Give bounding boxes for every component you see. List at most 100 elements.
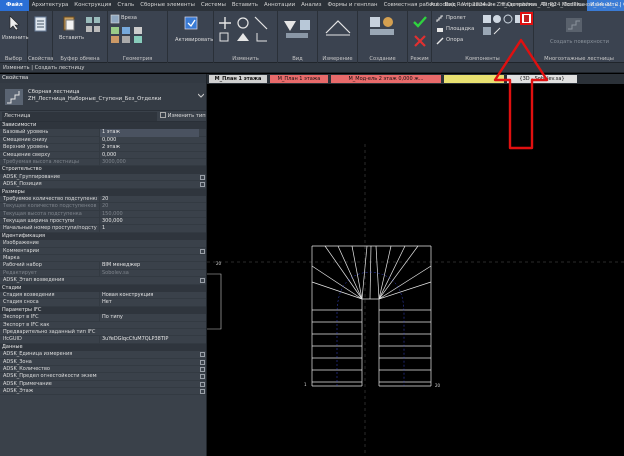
- property-checkbox[interactable]: [200, 366, 205, 372]
- property-group-header[interactable]: Данные: [0, 343, 206, 352]
- property-value[interactable]: 1 этаж: [99, 129, 199, 137]
- property-row: Марка: [0, 255, 206, 263]
- type-selector[interactable]: Сборная лестница ZH_Лестница_Наборные_Ст…: [0, 83, 206, 111]
- ribbon-tab-8[interactable]: Анализ: [298, 0, 324, 11]
- properties-icon[interactable]: [34, 16, 47, 32]
- modify-button[interactable]: Изменить: [2, 35, 29, 41]
- property-row: Верхний уровень 2 этаж: [0, 144, 206, 152]
- paste-button[interactable]: Вставить: [59, 35, 84, 41]
- property-checkbox[interactable]: [200, 359, 205, 365]
- cursor-icon[interactable]: [7, 15, 21, 31]
- ribbon-tab-1[interactable]: Архитектура: [29, 0, 72, 11]
- property-checkbox[interactable]: [200, 352, 205, 358]
- panel-view: Вид: [278, 11, 318, 63]
- ribbon-tab-2[interactable]: Конструкция: [71, 0, 114, 11]
- landing-button[interactable]: Площадка: [446, 26, 474, 32]
- panel-title-geometry: Геометрия: [122, 56, 153, 62]
- property-checkbox[interactable]: [200, 381, 205, 387]
- view-tab-plan-1b[interactable]: М_План 1 этажа: [270, 75, 328, 83]
- instance-dropdown[interactable]: Лестница: [2, 112, 157, 121]
- panel-title-create: Создание: [369, 56, 396, 62]
- activate-icon[interactable]: [183, 15, 199, 31]
- cut-button[interactable]: Вреза: [121, 15, 137, 21]
- property-group-header[interactable]: Параметры IFC: [0, 306, 206, 315]
- cancel-x-icon[interactable]: [414, 35, 426, 47]
- property-value[interactable]: Нет: [99, 299, 199, 307]
- sketch-icon[interactable]: [482, 26, 502, 36]
- property-group-header[interactable]: Зависимости: [0, 122, 206, 130]
- support-button[interactable]: Опора: [446, 37, 463, 43]
- properties-panel: Свойства Сборная лестница ZH_Лестница_На…: [0, 74, 207, 456]
- activate-button[interactable]: Активировать: [175, 37, 213, 43]
- measure-icon[interactable]: [324, 17, 352, 37]
- create-icon[interactable]: [368, 15, 398, 39]
- ribbon-tab-5[interactable]: Системы: [198, 0, 229, 11]
- ribbon-tab-0[interactable]: Файл: [0, 0, 29, 11]
- property-row: Текущая ширина проступи 300,000: [0, 218, 206, 226]
- property-row: Текущая высота подступенка 150,000: [0, 210, 206, 219]
- support-icon[interactable]: [436, 37, 444, 45]
- property-group-header[interactable]: Стадии: [0, 284, 206, 292]
- run-button[interactable]: Пролет: [446, 15, 466, 21]
- property-value[interactable]: 1: [99, 225, 199, 233]
- ribbon-tab-3[interactable]: Сталь: [114, 0, 137, 11]
- property-row: ADSK_Позиция: [0, 181, 206, 189]
- clipboard-tools-icon[interactable]: [85, 16, 103, 38]
- property-group-header[interactable]: Идентификация: [0, 232, 206, 241]
- ribbon-tab-6[interactable]: Вставить: [229, 0, 261, 11]
- property-row: Редактирует Sobolev.sa: [0, 269, 206, 278]
- chevron-down-icon[interactable]: [198, 93, 204, 99]
- property-value[interactable]: 2 этаж: [99, 144, 199, 152]
- panel-properties: Свойства: [28, 11, 53, 63]
- panel-modify: Изменить: [214, 11, 278, 63]
- ribbon-tab-9[interactable]: Формы и генплан: [324, 0, 380, 11]
- highlighted-component-icon[interactable]: [520, 12, 533, 25]
- property-checkbox[interactable]: [200, 374, 205, 380]
- geometry-tools-icon[interactable]: [110, 26, 166, 44]
- property-value[interactable]: BIM менеджер: [99, 262, 199, 270]
- paste-icon[interactable]: [62, 15, 76, 31]
- property-value[interactable]: 3uYeDGlqcCfuM7QLP38TIP: [99, 336, 199, 344]
- property-checkbox[interactable]: [200, 278, 205, 284]
- label-top: 20: [216, 261, 222, 266]
- property-key: ADSK_Примечание: [3, 380, 52, 387]
- ribbon-tab-4[interactable]: Сборные элементы: [137, 0, 198, 11]
- run-icon[interactable]: [436, 15, 444, 23]
- view-tools-icon[interactable]: [282, 17, 314, 41]
- finish-check-icon[interactable]: [413, 16, 427, 28]
- property-checkbox[interactable]: [200, 182, 205, 188]
- modify-tools-icon[interactable]: [217, 15, 275, 45]
- view-tab-plan-1[interactable]: М_План 1 этажа: [209, 75, 267, 83]
- cut-geometry-icon[interactable]: [110, 14, 120, 24]
- view-tab-model[interactable]: М_Мод-ель 2 этаж 0,000 ж...: [331, 75, 441, 83]
- property-key: Текущее количество подступенков: [3, 203, 97, 210]
- property-row: ADSK_Этап возведения: [0, 277, 206, 285]
- property-value[interactable]: 0,000: [99, 136, 199, 145]
- stair-outline[interactable]: [311, 245, 432, 387]
- property-value[interactable]: Новая конструкция: [99, 291, 199, 300]
- property-value[interactable]: По типу: [99, 314, 199, 322]
- landing-icon[interactable]: [436, 26, 444, 34]
- ribbon-tab-7[interactable]: Аннотации: [261, 0, 298, 11]
- property-checkbox[interactable]: [200, 174, 205, 180]
- property-key: Смещение снизу: [3, 136, 48, 143]
- edit-type-button[interactable]: Изменить тип: [160, 112, 206, 121]
- property-key: Текущая ширина проступи: [3, 218, 75, 225]
- stair-plan-drawing[interactable]: 20 1 20: [207, 84, 624, 456]
- drawing-canvas[interactable]: 20 1 20: [207, 84, 624, 456]
- label-bottom-right: 20: [435, 383, 441, 388]
- property-group-header[interactable]: Размеры: [0, 188, 206, 196]
- property-row: Стадия возведения Новая конструкция: [0, 291, 206, 300]
- property-row: IfcGUID 3uYeDGlqcCfuM7QLP38TIP: [0, 336, 206, 344]
- property-value[interactable]: 20: [99, 195, 199, 204]
- property-value[interactable]: 300,000: [99, 218, 199, 226]
- panel-title-clipboard: Буфер обмена: [60, 56, 100, 62]
- property-checkbox[interactable]: [200, 389, 205, 395]
- label-bottom-left: 1: [304, 382, 307, 387]
- property-row: ADSK_Примечание: [0, 380, 206, 389]
- type-name: ZH_Лестница_Наборные_Ступени_Без_Отделки: [28, 96, 162, 102]
- panel-title-properties: Свойства: [28, 56, 54, 62]
- property-group-header[interactable]: Строительство: [0, 166, 206, 174]
- property-value[interactable]: 0,000: [99, 151, 199, 159]
- property-checkbox[interactable]: [200, 248, 205, 254]
